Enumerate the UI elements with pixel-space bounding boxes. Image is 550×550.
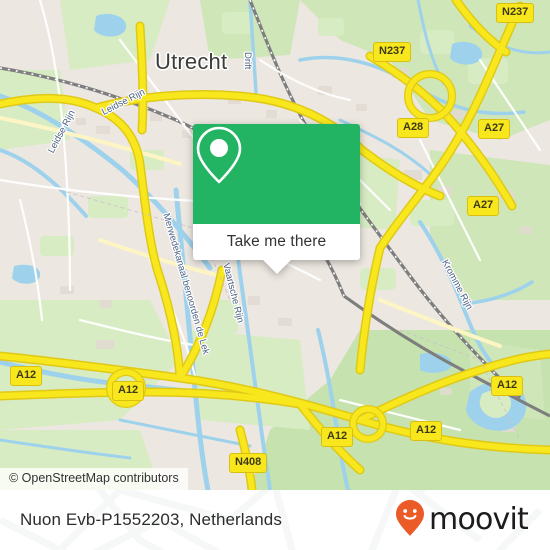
osm-attribution[interactable]: © OpenStreetMap contributors xyxy=(0,468,188,490)
road-shield-a12[interactable]: A12 xyxy=(10,366,43,386)
road-shield-a12[interactable]: A12 xyxy=(410,421,443,441)
road-shield-a12[interactable]: A12 xyxy=(491,376,524,396)
moovit-wordmark: moovit xyxy=(429,502,529,537)
road-shield-n408[interactable]: N408 xyxy=(229,453,268,473)
road-shield-n237[interactable]: N237 xyxy=(496,3,535,23)
location-popup-card[interactable]: Take me there xyxy=(193,124,360,274)
take-me-there-button[interactable]: Take me there xyxy=(193,224,360,260)
map-canvas[interactable]: .urban{fill:#ece7e0;} .park{fill:#cfe6b8… xyxy=(0,0,550,490)
popup-tail xyxy=(262,260,291,274)
moovit-pin-smiley-icon xyxy=(395,499,425,542)
popup-image-area xyxy=(193,124,360,224)
footer-row: Nuon Evb-P1552203, Netherlands moovit xyxy=(0,490,550,550)
road-shield-a27[interactable]: A27 xyxy=(478,119,511,139)
road-shield-n237[interactable]: N237 xyxy=(373,42,412,62)
road-shield-a12[interactable]: A12 xyxy=(112,381,145,401)
footer-bar: Nuon Evb-P1552203, Netherlands moovit xyxy=(0,490,550,550)
location-title: Nuon Evb-P1552203, Netherlands xyxy=(20,510,282,529)
road-shield-a28[interactable]: A28 xyxy=(397,118,430,138)
road-shield-a12[interactable]: A12 xyxy=(321,427,354,447)
take-me-there-label: Take me there xyxy=(226,233,327,250)
screenshot-root: .urban{fill:#ece7e0;} .park{fill:#cfe6b8… xyxy=(0,0,550,550)
moovit-logo[interactable]: moovit xyxy=(395,499,529,542)
road-shield-a27[interactable]: A27 xyxy=(467,196,500,216)
